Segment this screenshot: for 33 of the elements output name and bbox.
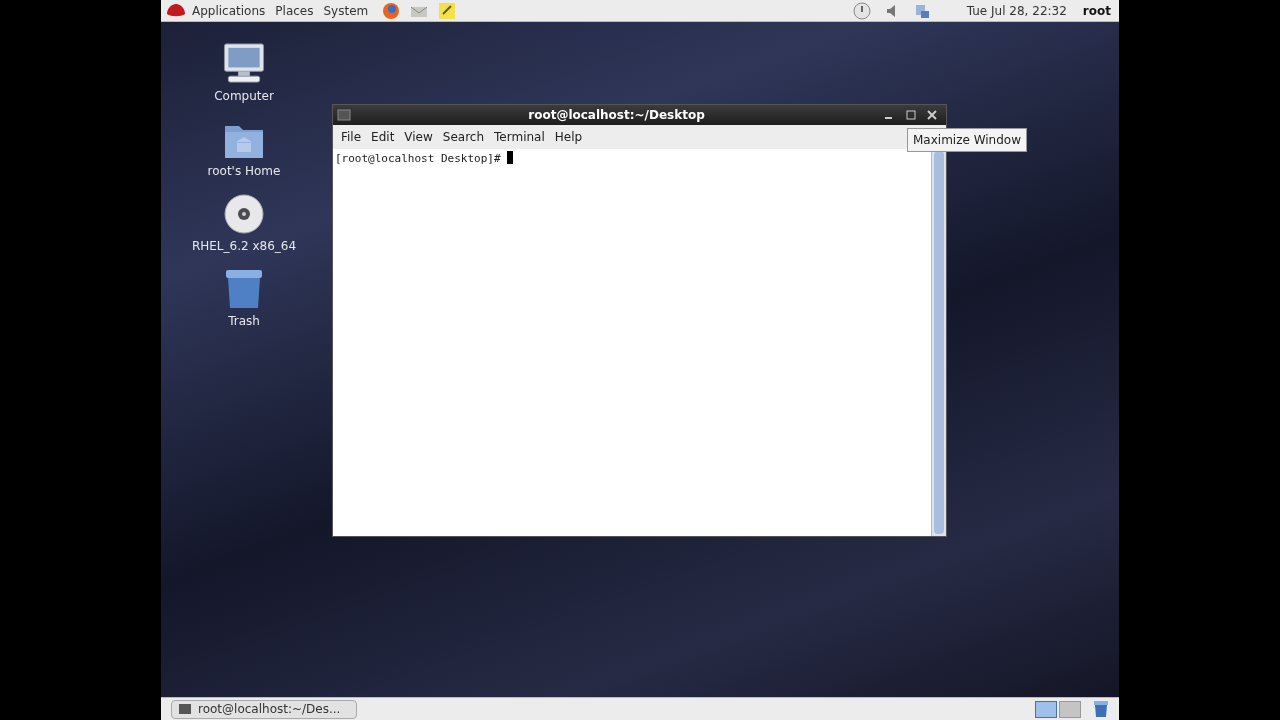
desktop-icon-label[interactable]: Computer [214,87,274,105]
menu-item[interactable]: Help [549,128,588,146]
tooltip: Maximize Window [907,128,1027,152]
terminal-icon [178,703,192,715]
browser-icon[interactable] [381,0,402,21]
menu-item[interactable]: Terminal [489,128,550,146]
maximize-icon[interactable] [904,109,918,121]
text-cursor [507,151,514,164]
taskbar-task[interactable]: root@localhost:~/Des... [171,699,357,719]
note-icon[interactable] [437,0,458,21]
computer-icon [222,42,266,85]
user-name[interactable]: root [1082,1,1111,20]
menu-item[interactable]: File [336,128,367,146]
terminal-icon [337,109,351,121]
panel-menu[interactable]: Places [270,1,319,20]
menu-item[interactable]: Edit [366,128,400,146]
trash-icon [224,268,264,310]
menu-item[interactable]: View [399,128,438,146]
panel-menu[interactable]: System [318,1,374,20]
panel-menu[interactable]: Applications [187,1,271,20]
shell-prompt: [root@localhost Desktop]# [335,151,502,167]
close-icon[interactable] [926,109,938,121]
desktop-icon-label[interactable]: Trash [228,312,260,330]
menu-item[interactable]: Search [437,128,490,146]
window-title: root@localhost:~/Desktop [527,107,706,124]
power-icon[interactable] [850,0,873,21]
desktop-icon-label[interactable]: root's Home [207,162,281,180]
workspace-switcher[interactable] [1035,700,1057,718]
workspace-switcher[interactable] [1059,700,1081,718]
trash-icon[interactable] [1093,700,1109,718]
disc-icon [223,193,265,235]
desktop-icon-label[interactable]: RHEL_6.2 x86_64 [191,237,297,255]
clock[interactable]: Tue Jul 28, 22:32 [966,1,1067,20]
